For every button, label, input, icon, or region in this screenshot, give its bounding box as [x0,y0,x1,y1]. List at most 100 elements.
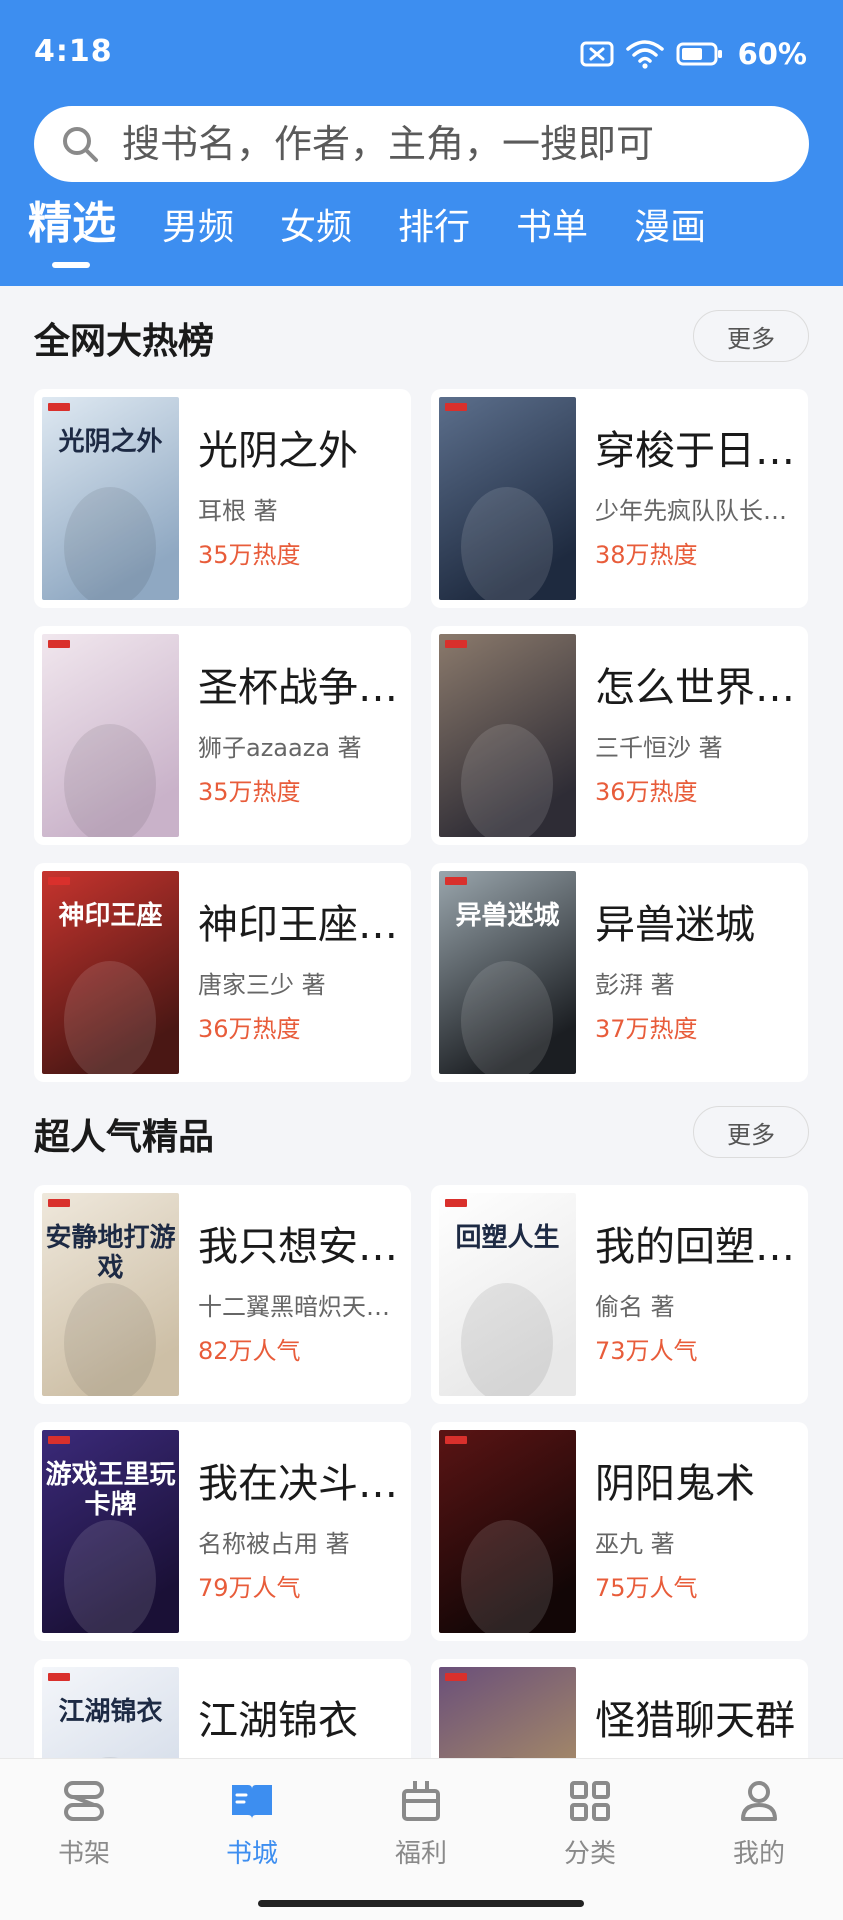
book-title: 江湖锦衣 [198,1698,358,1744]
nav-bookshelf[interactable]: 书架 [24,1777,144,1877]
book-title: 圣杯战争… [198,665,398,711]
nav-label: 分类 [563,1839,616,1869]
book-cover [439,397,576,600]
book-cover [42,634,179,837]
book-card[interactable]: 回塑人生 我的回塑… 偷名 著 73万人气 [431,1185,808,1404]
book-title: 怎么世界… [595,665,795,711]
book-author: 十二翼黑暗炽天… [198,1293,390,1321]
book-author: 巫九 著 [595,1530,675,1558]
cover-title: 异兽迷城 [455,901,560,931]
nav-category[interactable]: 分类 [530,1777,650,1877]
book-cover: 光阴之外 [42,397,179,600]
book-card[interactable]: 异兽迷城 异兽迷城彭湃 著 37万热度 [431,863,808,1082]
no-sim-icon [580,41,614,67]
book-card[interactable]: 阴阳鬼术巫九 著 75万人气 [431,1422,808,1641]
book-popularity: 35万热度 [198,541,301,569]
nav-bookstore[interactable]: 书城 [192,1777,312,1877]
book-author: 耳根 著 [198,497,278,525]
book-popularity: 37万热度 [595,1015,698,1043]
book-card[interactable]: 圣杯战争… 狮子azaaza 著 35万热度 [34,626,411,845]
nav-welfare[interactable]: 福利 [361,1777,481,1877]
book-author: 唐家三少 著 [198,971,326,999]
header: 4:18 60% 搜书名，作者，主角，一搜即可 精选 男频 女频 排行 书单 漫… [0,0,843,286]
search-input[interactable] [122,122,742,166]
status-icons: 60% [580,34,807,74]
book-author: 彭湃 著 [595,971,675,999]
cover-title: 回塑人生 [455,1223,560,1253]
book-title: 我在决斗… [198,1461,398,1507]
book-title: 怪猎聊天群 [595,1698,795,1744]
status-bar: 4:18 60% [0,0,843,100]
book-cover: 异兽迷城 [439,871,576,1074]
wifi-icon [625,40,664,69]
book-card[interactable]: 安静地打游戏 我只想安… 十二翼黑暗炽天… 82万人气 [34,1185,411,1404]
cover-title: 安静地打游戏 [45,1223,176,1283]
person-icon [741,1781,777,1821]
section-title-hot: 全网大热榜 [34,321,215,362]
nav-mine[interactable]: 我的 [699,1777,819,1877]
book-popularity: 79万人气 [198,1574,301,1602]
nav-label: 福利 [394,1839,447,1869]
tab-active-indicator [52,262,90,268]
book-popularity: 82万人气 [198,1337,301,1365]
book-title: 我只想安… [198,1224,398,1270]
section-title-popular: 超人气精品 [34,1117,215,1158]
book-popularity: 36万热度 [198,1015,301,1043]
grid-icon [570,1781,610,1821]
book-title: 神印王座… [198,902,398,948]
bottom-nav: 书架 书城 福利 分类 我的 [0,1758,843,1920]
book-card[interactable]: 穿梭于日… 少年先疯队队长… 38万热度 [431,389,808,608]
book-popularity: 73万人气 [595,1337,698,1365]
book-popularity: 36万热度 [595,778,698,806]
book-title: 我的回塑… [595,1224,795,1270]
tab-ranking[interactable]: 排行 [398,204,470,252]
book-title: 异兽迷城 [595,902,755,948]
tab-comics[interactable]: 漫画 [634,204,706,252]
book-cover [439,634,576,837]
nav-label: 书架 [57,1839,110,1869]
open-book-icon [232,1785,272,1819]
cover-title: 神印王座 [58,901,163,931]
book-title: 阴阳鬼术 [595,1461,755,1507]
book-cover: 神印王座 [42,871,179,1074]
category-tabs: 精选 男频 女频 排行 书单 漫画 [28,200,752,286]
book-card[interactable]: 光阴之外 光阴之外耳根 著 35万热度 [34,389,411,608]
book-author: 三千恒沙 著 [595,734,723,762]
book-cover [439,1430,576,1633]
book-title: 穿梭于日… [595,428,795,474]
nav-label: 我的 [732,1839,785,1869]
more-button-popular[interactable]: 更多 [693,1106,809,1158]
battery-percent: 60% [737,37,807,71]
book-card[interactable]: 怎么世界… 三千恒沙 著 36万热度 [431,626,808,845]
book-author: 狮子azaaza 著 [198,734,362,762]
book-title: 光阴之外 [198,428,358,474]
book-cover: 游戏王里玩卡牌 [42,1430,179,1633]
book-card[interactable]: 游戏王里玩卡牌 我在决斗… 名称被占用 著 79万人气 [34,1422,411,1641]
book-author: 名称被占用 著 [198,1530,350,1558]
tab-label: 精选 [28,198,116,249]
book-card[interactable]: 神印王座 神印王座… 唐家三少 著 36万热度 [34,863,411,1082]
cover-title: 光阴之外 [58,427,163,457]
tab-featured[interactable]: 精选 [28,198,116,268]
cover-title: 游戏王里玩卡牌 [45,1460,176,1520]
search-bar[interactable] [34,106,809,182]
battery-icon [676,42,722,66]
book-popularity: 35万热度 [198,778,301,806]
search-icon [60,124,100,164]
tab-male[interactable]: 男频 [162,204,234,252]
bookshelf-icon [64,1781,104,1821]
book-cover: 安静地打游戏 [42,1193,179,1396]
status-time: 4:18 [34,34,113,69]
book-popularity: 75万人气 [595,1574,698,1602]
tab-female[interactable]: 女频 [280,204,352,252]
book-cover: 回塑人生 [439,1193,576,1396]
cover-title: 江湖锦衣 [58,1697,163,1727]
home-indicator [258,1900,584,1907]
more-button-hot[interactable]: 更多 [693,310,809,362]
book-author: 偷名 著 [595,1293,675,1321]
book-author: 少年先疯队队长… [595,497,787,525]
tab-booklist[interactable]: 书单 [516,204,588,252]
gift-icon [402,1781,440,1821]
nav-label: 书城 [225,1839,278,1869]
book-popularity: 38万热度 [595,541,698,569]
